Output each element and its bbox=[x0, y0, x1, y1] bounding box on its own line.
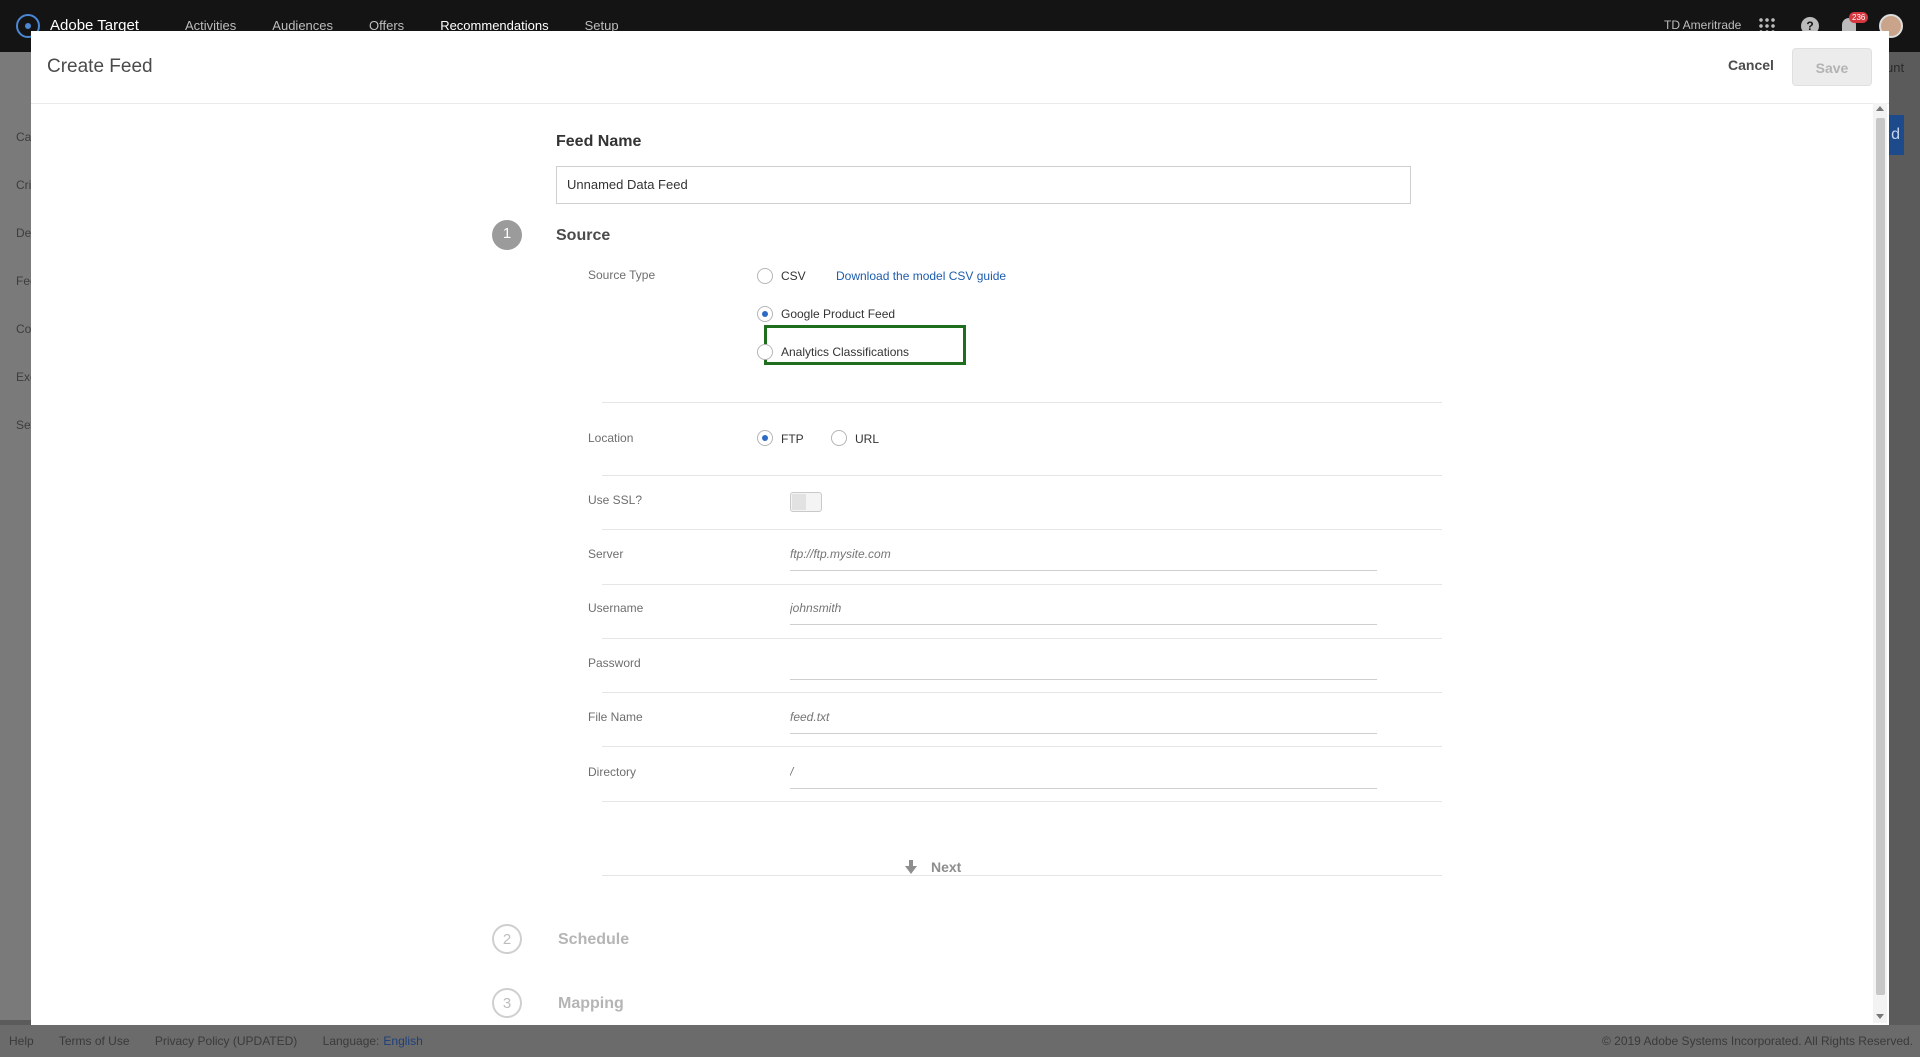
left-nav-item[interactable]: Cri bbox=[16, 178, 31, 192]
username-label: Username bbox=[588, 601, 644, 615]
radio-url[interactable] bbox=[831, 430, 847, 446]
radio-google-product-feed-label[interactable]: Google Product Feed bbox=[781, 307, 895, 321]
notification-badge: 236 bbox=[1849, 12, 1869, 23]
file-name-input[interactable] bbox=[790, 707, 1377, 734]
divider bbox=[602, 529, 1442, 530]
step-title-source: Source bbox=[556, 227, 611, 244]
password-label: Password bbox=[588, 656, 641, 670]
next-button[interactable]: Next bbox=[905, 859, 961, 875]
directory-input[interactable] bbox=[790, 762, 1377, 789]
source-type-label: Source Type bbox=[588, 268, 656, 282]
footer-copyright: © 2019 Adobe Systems Incorporated. All R… bbox=[1601, 1034, 1913, 1048]
cancel-button[interactable]: Cancel bbox=[1728, 57, 1774, 73]
feed-name-label: Feed Name bbox=[556, 133, 642, 150]
divider bbox=[602, 584, 1442, 585]
step-number-2: 2 bbox=[492, 924, 522, 954]
divider bbox=[602, 746, 1442, 747]
divider bbox=[602, 875, 1442, 876]
radio-csv-label[interactable]: CSV bbox=[781, 269, 806, 283]
footer-language-label: Language: bbox=[322, 1034, 380, 1048]
radio-ftp[interactable] bbox=[757, 430, 773, 446]
location-label: Location bbox=[588, 431, 634, 445]
modal-scrollbar[interactable] bbox=[1873, 103, 1887, 1023]
footer-help-link[interactable]: Help bbox=[9, 1034, 34, 1048]
save-button[interactable]: Save bbox=[1792, 48, 1872, 86]
file-name-label: File Name bbox=[588, 710, 643, 724]
divider bbox=[602, 402, 1442, 403]
scroll-up-icon[interactable] bbox=[1876, 106, 1884, 111]
divider bbox=[602, 475, 1442, 476]
scroll-down-icon[interactable] bbox=[1876, 1014, 1884, 1019]
radio-analytics-classifications[interactable] bbox=[757, 344, 773, 360]
directory-label: Directory bbox=[588, 765, 637, 779]
step-number-3: 3 bbox=[492, 988, 522, 1018]
csv-guide-link[interactable]: Download the model CSV guide bbox=[836, 269, 1006, 283]
left-nav-item[interactable]: Co bbox=[16, 322, 31, 336]
radio-google-product-feed[interactable] bbox=[757, 306, 773, 322]
left-nav-item[interactable]: De bbox=[16, 226, 31, 240]
radio-url-label[interactable]: URL bbox=[855, 432, 879, 446]
next-label: Next bbox=[931, 859, 962, 875]
password-input[interactable] bbox=[790, 653, 1377, 680]
modal-title: Create Feed bbox=[47, 56, 153, 77]
divider bbox=[602, 638, 1442, 639]
footer-terms-link[interactable]: Terms of Use bbox=[59, 1034, 130, 1048]
footer-language-link[interactable]: English bbox=[383, 1034, 422, 1048]
radio-ftp-label[interactable]: FTP bbox=[781, 432, 804, 446]
divider bbox=[602, 692, 1442, 693]
step-title-mapping[interactable]: Mapping bbox=[558, 995, 624, 1013]
radio-csv[interactable] bbox=[757, 268, 773, 284]
username-input[interactable] bbox=[790, 598, 1377, 625]
arrow-down-icon bbox=[905, 860, 917, 874]
left-nav: Cat Cri De Fee Co Exc Set bbox=[0, 52, 37, 1020]
radio-analytics-classifications-label[interactable]: Analytics Classifications bbox=[781, 345, 909, 359]
server-label: Server bbox=[588, 547, 624, 561]
create-feed-modal: Create Feed Cancel Save Feed Name Unname… bbox=[31, 31, 1889, 1025]
step-title-schedule[interactable]: Schedule bbox=[558, 931, 629, 949]
scrollbar-thumb[interactable] bbox=[1876, 118, 1885, 995]
divider bbox=[602, 801, 1442, 802]
feed-name-input[interactable]: Unnamed Data Feed bbox=[556, 166, 1411, 204]
server-input[interactable] bbox=[790, 544, 1377, 571]
footer-privacy-link[interactable]: Privacy Policy (UPDATED) bbox=[155, 1034, 297, 1048]
use-ssl-label: Use SSL? bbox=[588, 493, 643, 507]
use-ssl-toggle[interactable] bbox=[790, 492, 822, 512]
modal-header: Create Feed Cancel Save bbox=[31, 31, 1889, 104]
footer-links: Help Terms of Use Privacy Policy (UPDATE… bbox=[9, 1034, 445, 1048]
step-number-1: 1 bbox=[492, 220, 522, 250]
org-name[interactable]: TD Ameritrade bbox=[1664, 18, 1741, 32]
page-footer: Help Terms of Use Privacy Policy (UPDATE… bbox=[0, 1025, 1920, 1057]
